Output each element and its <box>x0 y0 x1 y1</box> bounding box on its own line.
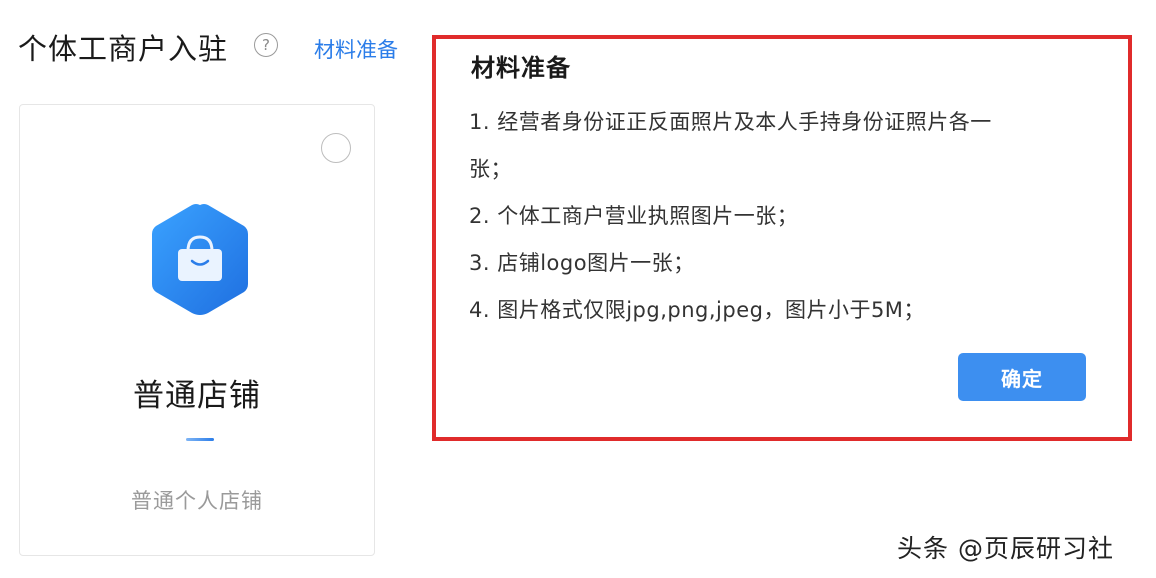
store-card-underline <box>186 438 214 441</box>
list-item: 4. 图片格式仅限jpg,png,jpeg，图片小于5M； <box>469 298 925 322</box>
popup-title: 材料准备 <box>471 54 571 82</box>
list-item: 2. 个体工商户营业执照图片一张； <box>469 204 799 228</box>
materials-list: 1. 经营者身份证正反面照片及本人手持身份证照片各一 张； 2. 个体工商户营业… <box>469 99 1069 334</box>
list-item: 张； <box>469 157 512 181</box>
help-icon[interactable]: ? <box>254 33 278 57</box>
materials-link[interactable]: 材料准备 <box>314 34 398 64</box>
page-title: 个体工商户入驻 <box>18 32 229 66</box>
page: 个体工商户入驻 ? 材料准备 普通店铺 普通个人店铺 材料准备 1. 经营者身份… <box>0 0 1156 578</box>
store-card-title: 普通店铺 <box>133 378 261 414</box>
confirm-button[interactable]: 确定 <box>958 353 1086 401</box>
watermark: 头条 @页辰研习社 <box>897 534 1114 563</box>
list-item: 3. 店铺logo图片一张； <box>469 251 695 275</box>
list-item: 1. 经营者身份证正反面照片及本人手持身份证照片各一 <box>469 110 992 134</box>
store-card-standard[interactable]: 普通店铺 普通个人店铺 <box>19 104 375 556</box>
materials-popup: 材料准备 1. 经营者身份证正反面照片及本人手持身份证照片各一 张； 2. 个体… <box>432 35 1132 441</box>
shopping-bag-hexagon-icon <box>152 204 248 315</box>
store-card-description: 普通个人店铺 <box>131 489 263 513</box>
store-select-radio[interactable] <box>321 133 351 163</box>
